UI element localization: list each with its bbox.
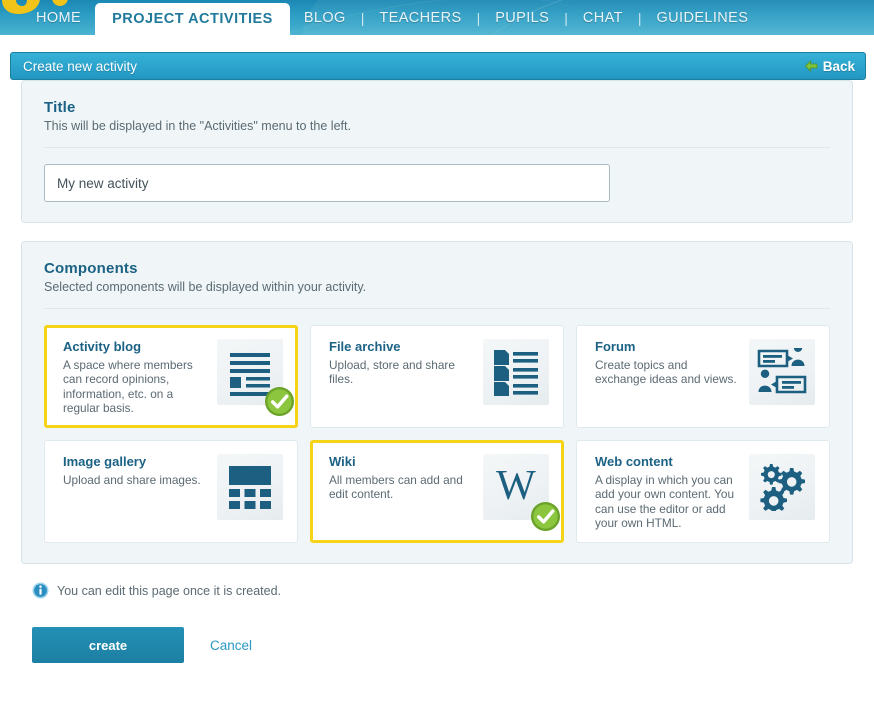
components-panel-divider — [44, 308, 830, 309]
page-title: Create new activity — [23, 58, 138, 74]
title-panel-divider — [44, 147, 830, 148]
page-body: Create new activity Back Title This will… — [0, 35, 874, 722]
gears-icon — [760, 464, 805, 511]
component-card-wiki[interactable]: Wiki All members can add and edit conten… — [310, 440, 564, 543]
card-title: Image gallery — [63, 454, 147, 469]
card-text: Image gallery Upload and share images. — [63, 454, 217, 487]
card-title: File archive — [329, 339, 401, 354]
card-description: Create topics and exchange ideas and vie… — [595, 358, 737, 387]
components-panel-header: Components Selected components will be d… — [44, 260, 830, 294]
card-icon-box — [483, 339, 549, 405]
arrow-left-icon — [804, 60, 818, 72]
activity-title-input[interactable] — [44, 164, 610, 202]
card-icon-box — [749, 454, 815, 520]
components-panel: Components Selected components will be d… — [21, 241, 853, 564]
info-note: You can edit this page once it is create… — [32, 582, 864, 599]
card-description: A display in which you can add your own … — [595, 473, 735, 531]
card-text: Activity blog A space where members can … — [63, 339, 217, 416]
forum-discussion-icon — [757, 348, 807, 394]
card-text: Web content A display in which you can a… — [595, 454, 749, 531]
create-button[interactable]: create — [32, 627, 184, 663]
card-description: Upload and share images. — [63, 473, 201, 487]
component-card-activity-blog[interactable]: Activity blog A space where members can … — [44, 325, 298, 428]
nav-item-chat[interactable]: CHAT — [569, 0, 637, 35]
card-description: A space where members can record opinion… — [63, 358, 193, 416]
info-note-text: You can edit this page once it is create… — [57, 583, 281, 598]
card-text: File archive Upload, store and share fil… — [329, 339, 483, 387]
card-text: Forum Create topics and exchange ideas a… — [595, 339, 749, 387]
green-check-badge-icon — [264, 386, 295, 417]
top-navigation-bar: HOME PROJECT ACTIVITIES BLOG | TEACHERS … — [0, 0, 874, 35]
component-card-forum[interactable]: Forum Create topics and exchange ideas a… — [576, 325, 830, 428]
nav-item-pupils[interactable]: PUPILS — [481, 0, 563, 35]
back-label: Back — [822, 58, 855, 74]
title-panel-heading: Title — [44, 99, 76, 116]
back-button[interactable]: Back — [804, 58, 855, 74]
file-list-icon — [494, 350, 538, 396]
components-grid: Activity blog A space where members can … — [44, 325, 830, 543]
component-card-file-archive[interactable]: File archive Upload, store and share fil… — [310, 325, 564, 428]
card-icon-box — [749, 339, 815, 405]
card-title: Wiki — [329, 454, 356, 469]
card-icon-box: W — [483, 454, 561, 532]
component-card-image-gallery[interactable]: Image gallery Upload and share images. — [44, 440, 298, 543]
cancel-button[interactable]: Cancel — [194, 638, 268, 653]
card-title: Web content — [595, 454, 673, 469]
components-panel-heading: Components — [44, 260, 138, 277]
nav-item-blog[interactable]: BLOG — [290, 0, 360, 35]
nav-item-guidelines[interactable]: GUIDELINES — [642, 0, 762, 35]
card-icon-box — [217, 454, 283, 520]
card-description: All members can add and edit content. — [329, 473, 463, 502]
nav-links: HOME PROJECT ACTIVITIES BLOG | TEACHERS … — [22, 0, 762, 35]
nav-item-home[interactable]: HOME — [22, 0, 95, 35]
component-card-web-content[interactable]: Web content A display in which you can a… — [576, 440, 830, 543]
nav-item-teachers[interactable]: TEACHERS — [365, 0, 475, 35]
card-description: Upload, store and share files. — [329, 358, 455, 387]
card-title: Activity blog — [63, 339, 142, 354]
card-icon-box — [217, 339, 295, 417]
page-content: Title This will be displayed in the "Act… — [0, 80, 874, 663]
green-check-badge-icon — [530, 501, 561, 532]
title-panel: Title This will be displayed in the "Act… — [21, 80, 853, 223]
components-panel-description: Selected components will be displayed wi… — [44, 280, 367, 294]
form-actions: create Cancel — [32, 627, 864, 663]
image-gallery-icon — [229, 466, 271, 509]
title-panel-header: Title This will be displayed in the "Act… — [44, 99, 830, 133]
card-title: Forum — [595, 339, 636, 354]
nav-item-project-activities[interactable]: PROJECT ACTIVITIES — [95, 3, 290, 35]
page-subheader-bar: Create new activity Back — [10, 52, 866, 80]
title-panel-description: This will be displayed in the "Activitie… — [44, 119, 351, 133]
info-circle-icon — [32, 582, 49, 599]
card-text: Wiki All members can add and edit conten… — [329, 454, 483, 502]
